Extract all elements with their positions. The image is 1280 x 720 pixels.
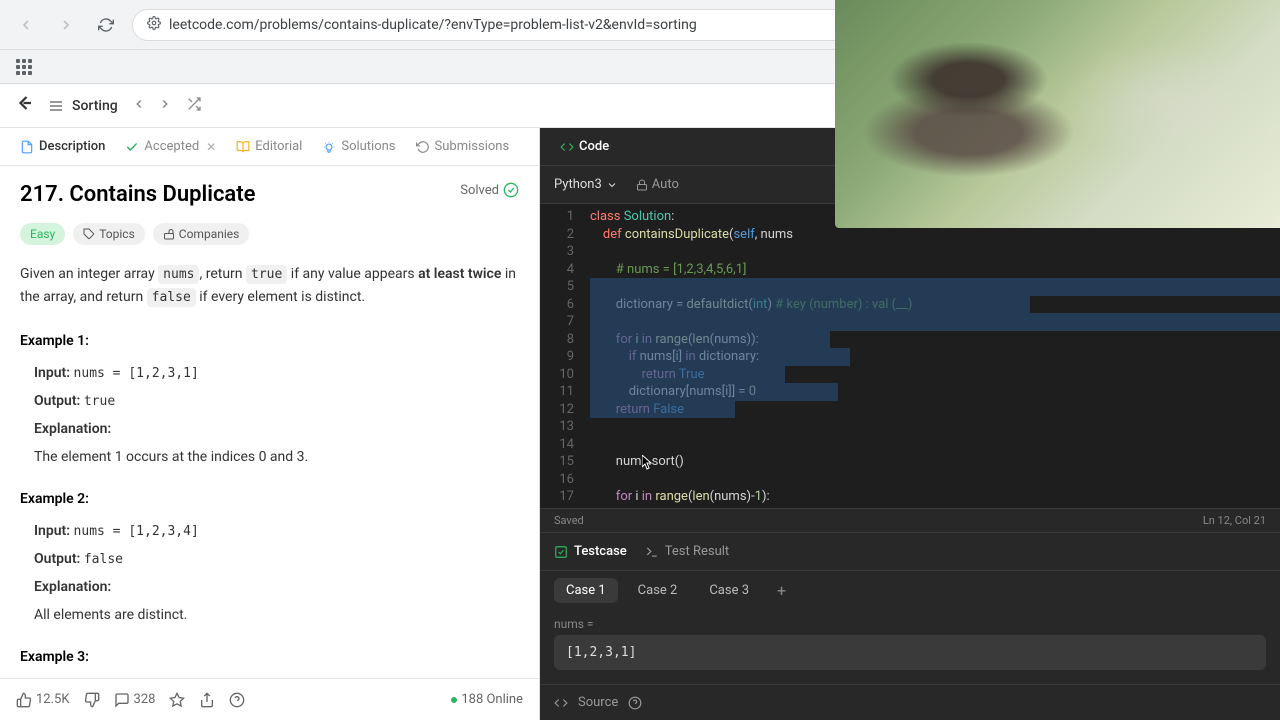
shuffle-button[interactable] [186, 96, 202, 116]
problem-footer: 12.5K 328 188 Online [0, 678, 539, 720]
saved-label: Saved [554, 514, 584, 527]
share-button[interactable] [199, 692, 215, 708]
cursor-position: Ln 12, Col 21 [1203, 514, 1266, 527]
dislike-button[interactable] [84, 692, 100, 708]
difficulty-badge: Easy [20, 223, 65, 245]
tab-solutions[interactable]: Solutions [314, 135, 403, 158]
case-2-button[interactable]: Case 2 [626, 578, 690, 603]
prev-problem-button[interactable] [132, 96, 146, 115]
line-gutter: 1234567891011121314151617 [540, 204, 584, 508]
example-2: Input: nums = [1,2,3,4] Output: false Ex… [34, 517, 519, 629]
site-info-icon[interactable] [147, 16, 161, 34]
problem-list-label: Sorting [72, 98, 118, 114]
close-icon[interactable]: ✕ [206, 140, 216, 154]
source-label[interactable]: Source [578, 695, 618, 710]
testcase-footer: Source [540, 684, 1280, 720]
tab-editorial[interactable]: Editorial [228, 135, 310, 158]
problem-panel: Description Accepted ✕ Editorial Solutio… [0, 128, 540, 720]
star-button[interactable] [169, 692, 185, 708]
help-button[interactable] [229, 692, 245, 708]
example-2-title: Example 2: [20, 491, 519, 507]
code-lines[interactable]: class Solution: def containsDuplicate(se… [584, 204, 1280, 508]
language-select[interactable]: Python3 [554, 177, 618, 192]
example-3-title: Example 3: [20, 649, 519, 665]
testcase-input-label: nums = [554, 617, 1266, 631]
tab-code[interactable]: Code [552, 135, 617, 158]
back-button[interactable] [12, 11, 40, 39]
example-1-title: Example 1: [20, 333, 519, 349]
left-tabbar: Description Accepted ✕ Editorial Solutio… [0, 128, 539, 166]
problem-title: 217. Contains Duplicate [20, 182, 519, 207]
testcase-input-value[interactable]: [1,2,3,1] [554, 635, 1266, 670]
webcam-overlay [835, 0, 1280, 228]
apps-icon[interactable] [12, 55, 36, 79]
tab-accepted[interactable]: Accepted ✕ [117, 135, 224, 158]
case-1-button[interactable]: Case 1 [554, 578, 618, 603]
testcase-input: nums = [1,2,3,1] [540, 609, 1280, 684]
auto-toggle[interactable]: Auto [636, 177, 679, 192]
add-case-button[interactable]: + [769, 577, 794, 604]
problem-content: Solved 217. Contains Duplicate Easy Topi… [0, 166, 539, 678]
testcase-tabbar: Testcase Test Result [540, 533, 1280, 571]
solved-badge: Solved [460, 182, 519, 198]
tab-testcase[interactable]: Testcase [554, 544, 627, 559]
case-3-button[interactable]: Case 3 [697, 578, 761, 603]
like-button[interactable]: 12.5K [16, 692, 70, 708]
comments-button[interactable]: 328 [114, 692, 156, 708]
testcase-panel: Testcase Test Result Case 1 Case 2 Case … [540, 532, 1280, 720]
reload-button[interactable] [92, 11, 120, 39]
topics-badge[interactable]: Topics [73, 223, 145, 245]
tab-submissions[interactable]: Submissions [408, 135, 518, 158]
lc-logo-icon[interactable] [16, 94, 34, 117]
forward-button[interactable] [52, 11, 80, 39]
next-problem-button[interactable] [158, 96, 172, 115]
online-indicator: 188 Online [451, 692, 523, 707]
example-1: Input: nums = [1,2,3,1] Output: true Exp… [34, 359, 519, 471]
code-editor[interactable]: 1234567891011121314151617 class Solution… [540, 204, 1280, 508]
companies-badge[interactable]: Companies [153, 223, 250, 245]
testcase-cases: Case 1 Case 2 Case 3 + [540, 571, 1280, 609]
problem-description: Given an integer array nums, return true… [20, 263, 519, 309]
tab-test-result[interactable]: Test Result [645, 544, 729, 559]
tab-description[interactable]: Description [12, 135, 113, 158]
problem-list-button[interactable]: Sorting [48, 98, 118, 114]
editor-statusbar: Saved Ln 12, Col 21 [540, 508, 1280, 532]
